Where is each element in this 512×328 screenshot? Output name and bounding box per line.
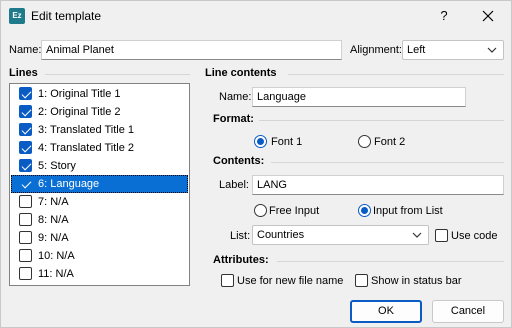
line-name-input[interactable]: Language [252, 87, 466, 107]
line-checkbox[interactable] [19, 159, 32, 172]
line-checkbox[interactable] [19, 177, 32, 190]
contents-divider [271, 162, 504, 163]
list-label: List: [230, 230, 251, 242]
free-input-radio[interactable] [254, 204, 267, 217]
line-checkbox[interactable] [19, 267, 32, 280]
list-item[interactable]: 5: Story [11, 157, 188, 175]
close-button[interactable] [471, 2, 505, 30]
alignment-value: Left [407, 44, 426, 56]
line-checkbox[interactable] [19, 123, 32, 136]
line-checkbox[interactable] [19, 231, 32, 244]
list-item[interactable]: 3: Translated Title 1 [11, 121, 188, 139]
list-item[interactable]: 4: Translated Title 2 [11, 139, 188, 157]
help-button[interactable]: ? [429, 2, 459, 30]
list-select-value: Countries [257, 229, 305, 241]
line-checkbox[interactable] [19, 87, 32, 100]
font1-radio[interactable] [254, 135, 267, 148]
list-item-label: 1: Original Title 1 [38, 88, 121, 100]
use-code-checkbox[interactable] [435, 229, 448, 242]
lines-divider [45, 74, 190, 75]
name-label: Name: [9, 44, 42, 56]
line-contents-divider [288, 74, 504, 75]
list-item[interactable]: 11: N/A [11, 265, 188, 283]
list-item-label: 4: Translated Title 2 [38, 142, 134, 154]
list-item[interactable]: 1: Original Title 1 [11, 85, 188, 103]
font2-label: Font 2 [374, 136, 406, 148]
alignment-select[interactable]: Left [402, 40, 504, 60]
list-item-label: 10: N/A [38, 250, 75, 262]
chevron-down-icon [412, 232, 422, 238]
list-item-label: 6: Language [38, 178, 100, 190]
input-from-list-radio[interactable] [358, 204, 371, 217]
cancel-button[interactable]: Cancel [432, 300, 504, 323]
list-item-label: 3: Translated Title 1 [38, 124, 134, 136]
label-input[interactable]: LANG [252, 175, 504, 195]
chevron-down-icon [487, 47, 497, 53]
list-item-label: 9: N/A [38, 232, 69, 244]
line-checkbox[interactable] [19, 249, 32, 262]
app-icon: Ez [9, 8, 25, 24]
line-checkbox[interactable] [19, 213, 32, 226]
format-divider [259, 120, 504, 121]
line-checkbox[interactable] [19, 105, 32, 118]
label-field-label: Label: [219, 179, 249, 191]
list-item-label: 8: N/A [38, 214, 69, 226]
use-code-label: Use code [451, 230, 498, 242]
lines-heading: Lines [9, 67, 38, 79]
free-input-label: Free Input [269, 205, 320, 217]
list-item[interactable]: 9: N/A [11, 229, 188, 247]
ok-button[interactable]: OK [350, 300, 422, 323]
alignment-label: Alignment: [350, 44, 402, 56]
list-item-label: 11: N/A [38, 268, 74, 280]
line-checkbox[interactable] [19, 141, 32, 154]
list-item[interactable]: 8: N/A [11, 211, 188, 229]
close-icon [482, 10, 494, 22]
list-item[interactable]: 10: N/A [11, 247, 188, 265]
list-item-label: 7: N/A [38, 196, 69, 208]
line-checkbox[interactable] [19, 195, 32, 208]
show-in-status-bar-checkbox[interactable] [355, 274, 368, 287]
window-title: Edit template [31, 9, 102, 23]
name-input[interactable]: Animal Planet [41, 40, 342, 60]
list-select[interactable]: Countries [252, 225, 429, 245]
font2-radio[interactable] [358, 135, 371, 148]
contents-heading: Contents: [213, 155, 265, 167]
attributes-divider [277, 261, 504, 262]
lines-list[interactable]: 1: Original Title 1 2: Original Title 2 … [9, 83, 190, 286]
font1-label: Font 1 [271, 136, 303, 148]
list-item[interactable]: 2: Original Title 2 [11, 103, 188, 121]
format-heading: Format: [213, 113, 254, 125]
attributes-heading: Attributes: [213, 254, 269, 266]
line-contents-heading: Line contents [205, 67, 277, 79]
list-item[interactable]: 7: N/A [11, 193, 188, 211]
line-name-label: Name: [219, 91, 252, 103]
input-from-list-label: Input from List [373, 205, 443, 217]
list-item-label: 2: Original Title 2 [38, 106, 121, 118]
list-item-label: 5: Story [38, 160, 76, 172]
use-for-new-file-name-label: Use for new file name [237, 275, 344, 287]
list-item-selected[interactable]: 6: Language [11, 175, 188, 193]
use-for-new-file-name-checkbox[interactable] [221, 274, 234, 287]
show-in-status-bar-label: Show in status bar [371, 275, 462, 287]
edit-template-dialog: Ez Edit template ? Name: Animal Planet A… [0, 0, 512, 328]
